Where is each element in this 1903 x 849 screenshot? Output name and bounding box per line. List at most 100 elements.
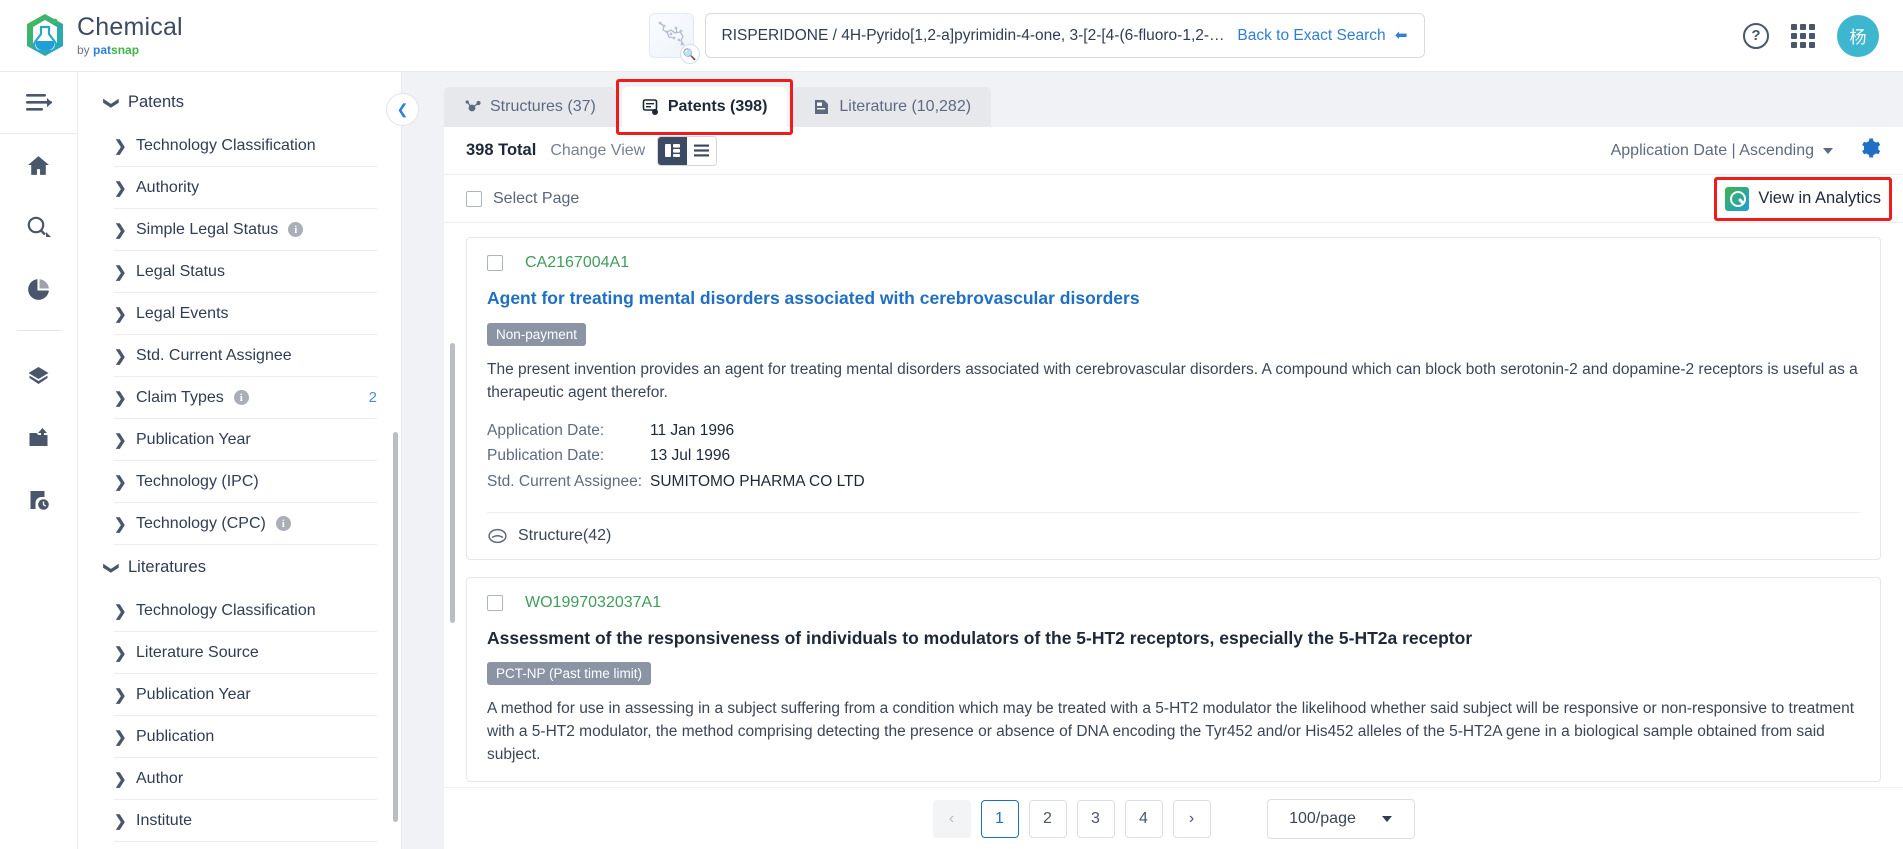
sort-dropdown[interactable]: Application Date | Ascending [1611,142,1833,160]
filter-publication[interactable]: ❯ Publication [114,716,377,758]
chevron-right-icon: ❯ [114,644,127,662]
filter-group-literatures[interactable]: ❯ Literatures [78,545,401,590]
analytics-search-icon [1725,186,1750,211]
info-icon[interactable]: i [275,516,291,531]
result-title[interactable]: Assessment of the responsiveness of indi… [487,627,1860,650]
home-icon[interactable] [0,134,77,196]
search-query-text: RISPERIDONE / 4H-Pyrido[1,2-a]pyrimidin-… [721,26,1226,44]
search-icon[interactable] [0,196,77,258]
select-page-label[interactable]: Select Page [493,190,579,208]
filter-literature-source[interactable]: ❯ Literature Source [114,632,377,674]
collapse-sidebar-button[interactable]: ❮ [386,93,419,126]
filter-label: Legal Status [136,262,225,280]
chevron-down-icon [1823,147,1833,154]
list-view-icon[interactable] [687,136,717,165]
search-input[interactable]: RISPERIDONE / 4H-Pyrido[1,2-a]pyrimidin-… [704,13,1425,58]
patent-number[interactable]: CA2167004A1 [525,254,629,272]
filter-lit-technology-classification[interactable]: ❯ Technology Classification [114,590,377,632]
page-button-1[interactable]: 1 [980,799,1019,838]
workspace-box-icon[interactable] [0,345,77,407]
meta-row: Publication Date: 13 Jul 1996 [487,443,1860,468]
view-in-analytics-button[interactable]: View in Analytics [1714,176,1892,221]
back-to-exact-search-link[interactable]: Back to Exact Search ⬅ [1237,26,1407,45]
page-button-2[interactable]: 2 [1028,799,1067,838]
filters-sidebar: ❯ Patents ❯ Technology Classification ❯ … [78,72,402,849]
result-card: WO1997032037A1 Assessment of the respons… [466,576,1881,782]
apps-grid-icon[interactable] [1791,23,1815,48]
brand-by: by [77,43,90,57]
brand-subtitle: by patsnap [77,44,183,56]
chevron-down-icon [1381,815,1392,822]
patent-doc-icon [642,99,658,115]
filter-group-patents[interactable]: ❯ Patents [78,80,401,125]
help-icon[interactable]: ? [1743,22,1769,49]
back-arrow-icon: ⬅ [1394,27,1408,44]
status-badge: Non-payment [487,322,587,346]
tab-structures[interactable]: Structures (37) [444,87,616,127]
meta-key: Publication Date: [487,447,605,465]
structure-thumbnail[interactable]: 🔍 [648,13,700,64]
chevron-right-icon: ❯ [114,770,127,788]
filter-lit-publication-year[interactable]: ❯ Publication Year [114,674,377,716]
gear-icon[interactable] [1859,137,1881,164]
results-scrollbar[interactable] [450,343,455,623]
chevron-down-icon: ❯ [103,96,120,110]
filter-technology-cpc[interactable]: ❯ Technology (CPC) i [114,503,377,545]
chevron-right-icon: ❯ [114,305,127,323]
filter-legal-status[interactable]: ❯ Legal Status [114,251,377,293]
filters-scrollbar[interactable] [393,432,398,822]
result-checkbox[interactable] [487,255,503,271]
icon-rail [0,72,78,849]
avatar[interactable]: 杨 [1837,14,1879,57]
upload-inbox-icon[interactable] [0,407,77,469]
tab-literature[interactable]: Literature (10,282) [793,87,992,127]
next-page-button[interactable]: › [1172,799,1211,838]
analytics-pie-icon[interactable] [0,258,77,320]
per-page-label: 100/page [1289,809,1356,827]
per-page-dropdown[interactable]: 100/page [1266,798,1415,839]
change-view-link[interactable]: Change View [550,142,645,160]
filter-simple-legal-status[interactable]: ❯ Simple Legal Status i [114,209,377,251]
grid-cell [1791,23,1797,30]
info-icon[interactable]: i [288,222,304,237]
chevron-right-icon: ❯ [114,389,127,407]
avatar-initial: 杨 [1849,28,1867,47]
filter-claim-types[interactable]: ❯ Claim Types i 2 [114,377,377,419]
filter-authority[interactable]: ❯ Authority [114,167,377,209]
result-title[interactable]: Agent for treating mental disorders asso… [487,287,1860,310]
result-checkbox[interactable] [487,594,503,611]
patent-number[interactable]: WO1997032037A1 [525,594,661,612]
filter-count-badge: 2 [368,389,377,406]
structure-count-link[interactable]: Structure(42) [487,511,1860,545]
brand-logo-area[interactable]: Chemical by patsnap [0,13,330,59]
page-button-3[interactable]: 3 [1076,799,1115,838]
result-card: CA2167004A1 Agent for treating mental di… [466,237,1881,560]
result-card-header: WO1997032037A1 [487,594,1860,612]
history-report-icon[interactable] [0,469,77,531]
filter-technology-classification[interactable]: ❯ Technology Classification [114,125,377,167]
meta-value: 13 Jul 1996 [650,447,731,465]
filter-technology-ipc[interactable]: ❯ Technology (IPC) [114,461,377,503]
application-window: Chemical by patsnap 🔍 RISPERIDONE / 4H-P… [0,0,1903,849]
filter-author[interactable]: ❯ Author [114,758,377,800]
filter-std-current-assignee[interactable]: ❯ Std. Current Assignee [114,335,377,377]
chevron-right-icon: ❯ [114,221,127,239]
select-page-checkbox[interactable] [466,190,482,207]
info-icon[interactable]: i [233,390,249,405]
results-panel: 398 Total Change View Application Date |… [444,127,1903,849]
molecule-icon [465,100,481,112]
meta-key: Std. Current Assignee: [487,472,643,490]
prev-page-button[interactable]: ‹ [932,799,971,838]
collapse-menu-icon[interactable] [0,72,77,134]
magnifier-icon[interactable]: 🔍 [679,44,700,64]
pagination: ‹ 1 2 3 4 › 100/page [444,787,1903,849]
brand-pat: pat [93,43,112,57]
page-button-4[interactable]: 4 [1124,799,1163,838]
filter-legal-events[interactable]: ❯ Legal Events [114,293,377,335]
meta-row: Std. Current Assignee: SUMITOMO PHARMA C… [487,469,1860,494]
filter-publication-year[interactable]: ❯ Publication Year [114,419,377,461]
card-view-icon[interactable] [658,136,688,165]
filter-institute[interactable]: ❯ Institute [114,800,377,842]
tab-patents[interactable]: Patents (398) [615,79,793,135]
tab-label: Patents (398) [667,98,768,115]
